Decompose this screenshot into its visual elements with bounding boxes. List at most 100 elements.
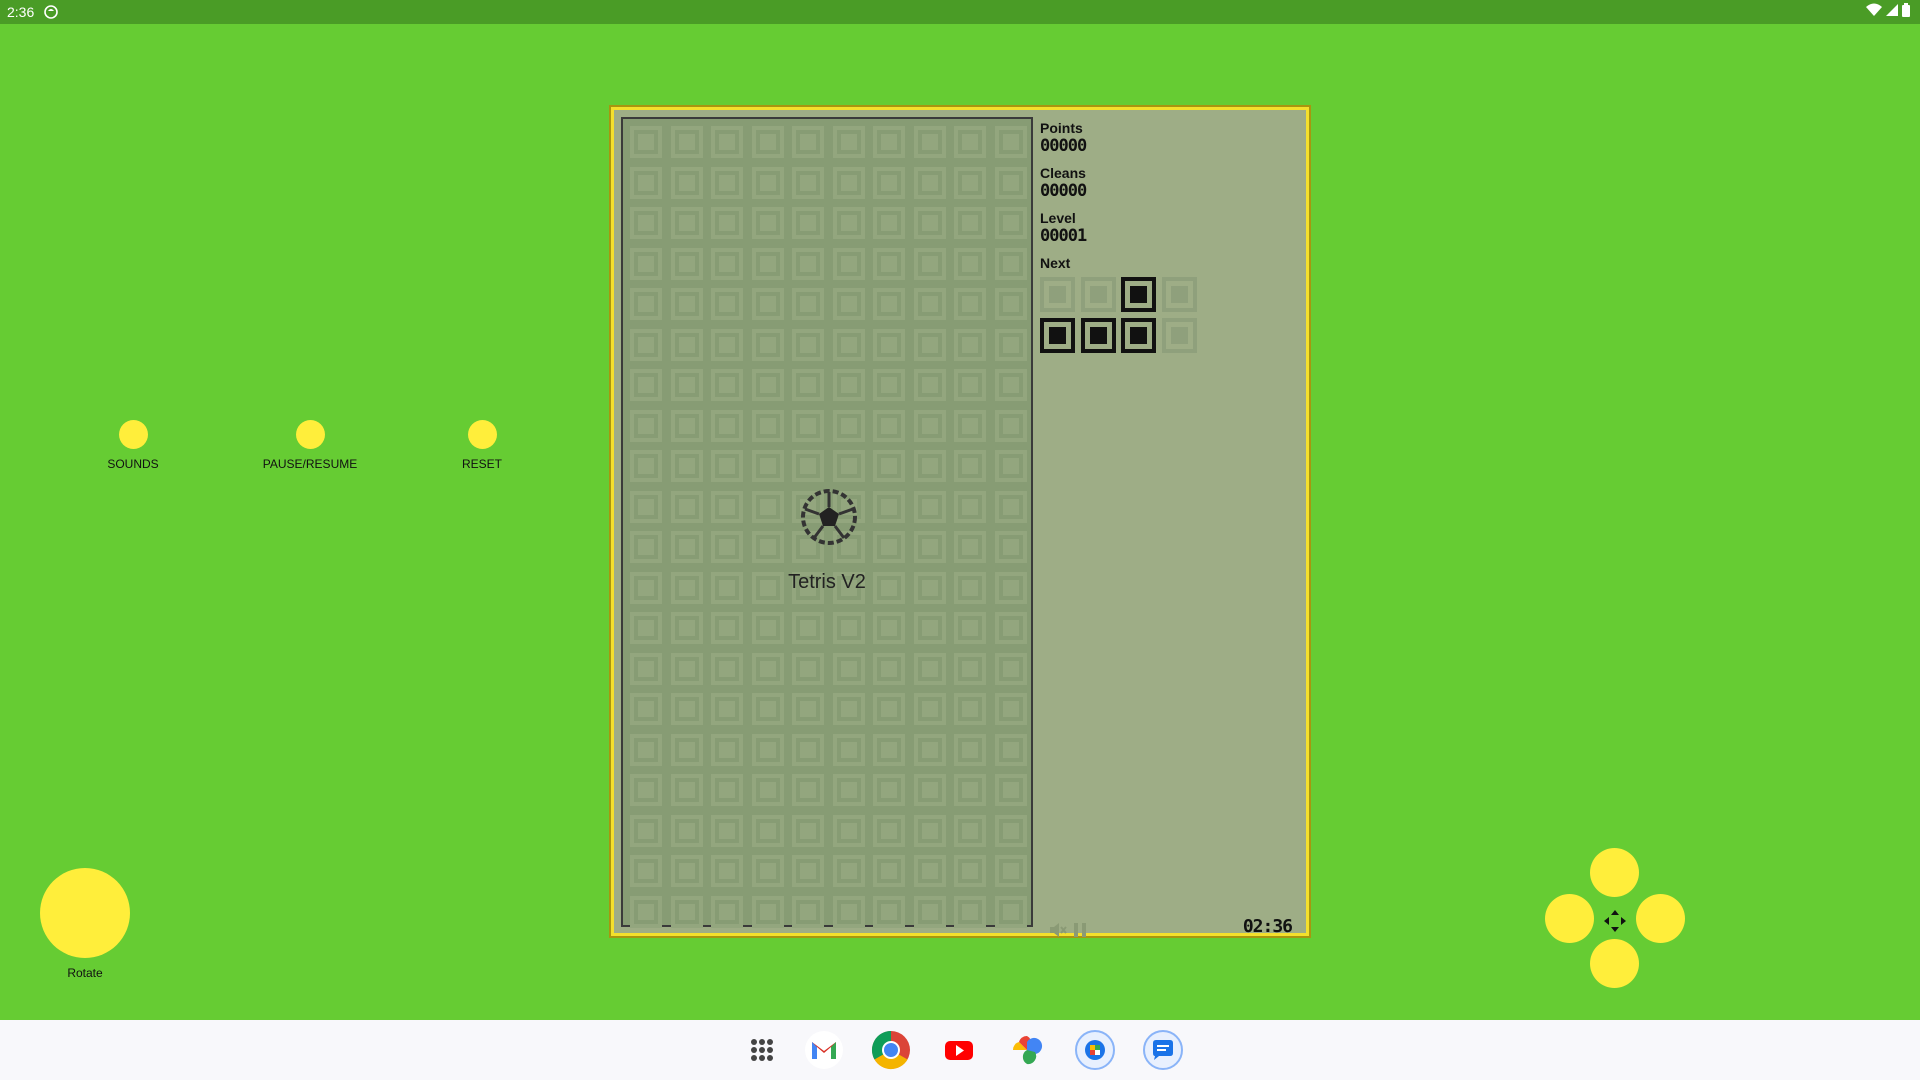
chrome-icon[interactable]: [871, 1030, 911, 1070]
board-cell: [869, 406, 910, 447]
board-cell: [748, 446, 789, 487]
level-value: 00001: [1040, 226, 1087, 246]
board-cell: [910, 851, 951, 892]
board-cell: [950, 446, 991, 487]
board-cell: [910, 325, 951, 366]
dpad-right-button[interactable]: [1636, 894, 1685, 943]
board-cell: [869, 487, 910, 528]
board-cell: [910, 689, 951, 730]
board-cell: [748, 163, 789, 204]
board-cell: [626, 446, 667, 487]
board-cell: [748, 608, 789, 649]
board-cell: [748, 203, 789, 244]
youtube-icon[interactable]: [939, 1030, 979, 1070]
dpad-up-button[interactable]: [1590, 848, 1639, 897]
board-cell: [950, 649, 991, 690]
board-cell: [991, 770, 1032, 811]
board-cell: [829, 284, 870, 325]
wifi-icon: [1866, 3, 1882, 16]
board-cell: [667, 163, 708, 204]
gmail-icon[interactable]: [804, 1030, 844, 1070]
pause-resume-button-dot[interactable]: [295, 420, 325, 449]
board-cell: [829, 811, 870, 852]
sound-muted-icon: [1050, 923, 1067, 937]
board-cell: [667, 892, 708, 933]
board-cell: [829, 446, 870, 487]
board-cell: [748, 730, 789, 771]
board-cell: [950, 527, 991, 568]
reset-button-dot[interactable]: [467, 420, 497, 449]
board-cell: [707, 770, 748, 811]
board-cell: [829, 365, 870, 406]
board-cell: [707, 811, 748, 852]
points-value: 00000: [1040, 136, 1087, 156]
board-cell: [707, 649, 748, 690]
board-cell: [910, 730, 951, 771]
board-cell: [910, 203, 951, 244]
board-cell: [707, 527, 748, 568]
board-cell: [869, 689, 910, 730]
board-cell: [626, 892, 667, 933]
board-cell: [991, 365, 1032, 406]
board-cell: [829, 730, 870, 771]
board-cell: [869, 811, 910, 852]
board-cell: [626, 649, 667, 690]
board-cell: [910, 811, 951, 852]
board-cell: [869, 284, 910, 325]
board-cell: [950, 365, 991, 406]
board-cell: [991, 649, 1032, 690]
pause-resume-button[interactable]: PAUSE/RESUME: [250, 420, 370, 471]
board-cell: [788, 851, 829, 892]
board-cell: [991, 446, 1032, 487]
board-cell: [788, 163, 829, 204]
messages-icon[interactable]: [1143, 1030, 1183, 1070]
board-cell: [626, 365, 667, 406]
board-cell: [788, 446, 829, 487]
rotate-button[interactable]: [40, 868, 130, 958]
board-cell: [991, 527, 1032, 568]
board-cell: [667, 730, 708, 771]
board-cell: [667, 527, 708, 568]
board-cell: [626, 770, 667, 811]
board-cell: [788, 122, 829, 163]
reset-button[interactable]: RESET: [432, 420, 532, 471]
board-cell: [667, 244, 708, 285]
level-label: Level: [1040, 210, 1076, 226]
sounds-button-dot[interactable]: [118, 420, 148, 449]
maps-app-icon[interactable]: [1075, 1030, 1115, 1070]
board-cell: [910, 284, 951, 325]
board-cell: [707, 730, 748, 771]
board-cell: [910, 527, 951, 568]
board-cell: [626, 730, 667, 771]
board-cell: [667, 851, 708, 892]
board-cell: [910, 770, 951, 811]
next-piece-cell: [1037, 274, 1078, 315]
photos-icon[interactable]: [1007, 1030, 1047, 1070]
board-cell: [707, 325, 748, 366]
board-cell: [626, 811, 667, 852]
points-label: Points: [1040, 120, 1083, 136]
game-board[interactable]: Tetris V2: [621, 117, 1033, 928]
board-cell: [991, 689, 1032, 730]
board-cell: [991, 730, 1032, 771]
board-cell: [626, 325, 667, 366]
board-cell: [950, 487, 991, 528]
board-cell: [626, 203, 667, 244]
board-cell: [869, 608, 910, 649]
board-cell: [788, 203, 829, 244]
board-cell: [950, 163, 991, 204]
sounds-button[interactable]: SOUNDS: [83, 420, 183, 471]
board-cell: [869, 244, 910, 285]
next-piece-cell: [1078, 274, 1119, 315]
battery-icon: [1902, 3, 1910, 17]
board-cell: [829, 244, 870, 285]
board-cell: [667, 122, 708, 163]
app-drawer-icon[interactable]: [742, 1030, 782, 1070]
board-cell: [748, 770, 789, 811]
board-cell: [829, 649, 870, 690]
board-cell: [707, 487, 748, 528]
board-cell: [748, 244, 789, 285]
board-cell: [991, 244, 1032, 285]
dpad-left-button[interactable]: [1545, 894, 1594, 943]
dpad-down-button[interactable]: [1590, 939, 1639, 988]
